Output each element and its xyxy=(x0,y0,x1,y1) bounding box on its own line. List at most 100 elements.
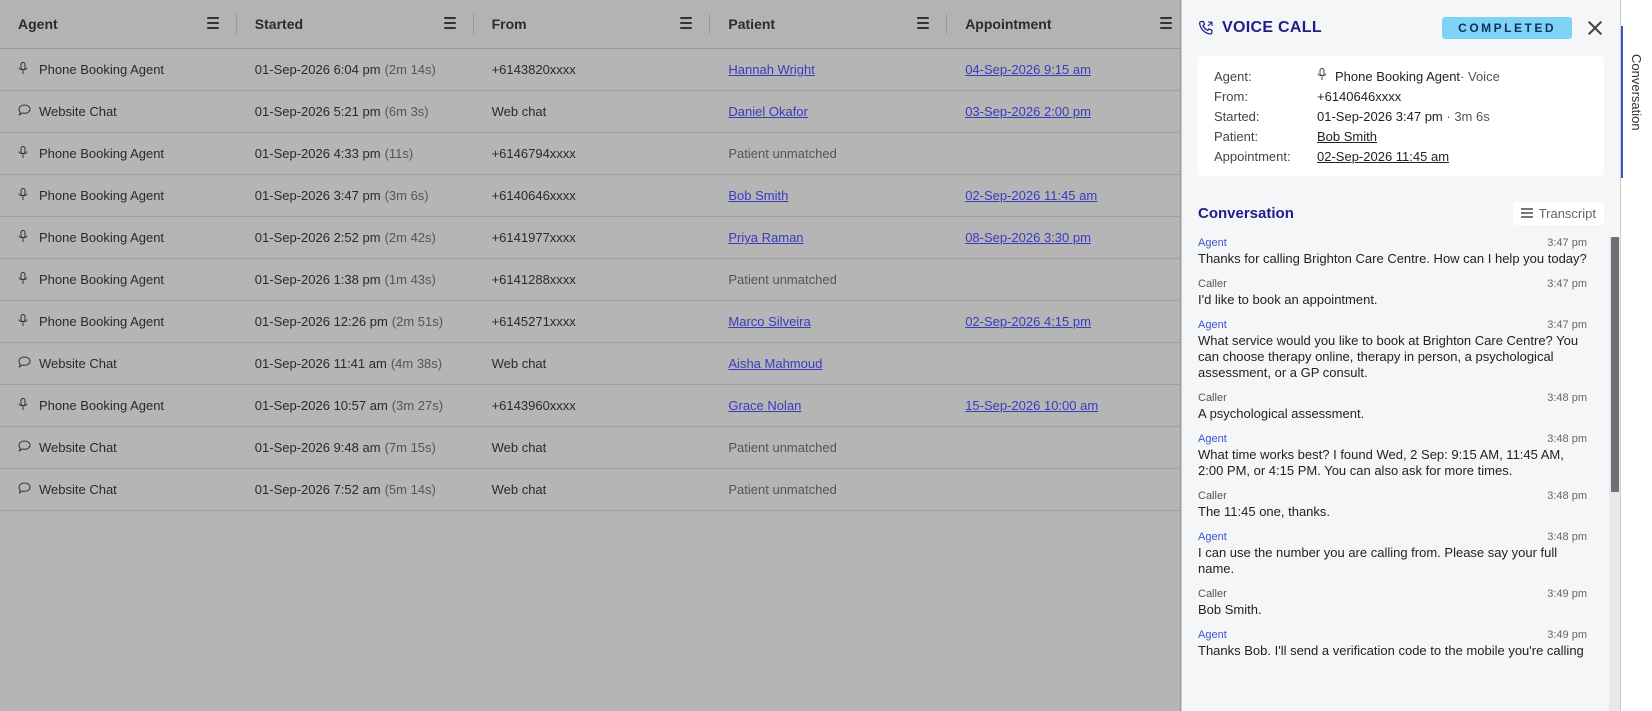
message-time: 3:47 pm xyxy=(1547,319,1587,331)
call-duration: (3m 6s) xyxy=(384,188,429,203)
cell-from: +6145271xxxx xyxy=(474,301,711,342)
column-header-from[interactable]: From xyxy=(474,0,711,48)
cell-appointment xyxy=(947,469,1180,510)
column-menu-icon[interactable] xyxy=(443,17,456,29)
cell-patient: Priya Raman xyxy=(710,217,947,258)
info-row-started: Started: 01-Sep-2026 3:47 pm · 3m 6s xyxy=(1214,106,1588,126)
column-menu-icon[interactable] xyxy=(1159,17,1172,29)
conversation-message: Agent 3:48 pm What time works best? I foun… xyxy=(1198,433,1591,479)
cell-from: +6143960xxxx xyxy=(474,385,711,426)
cell-appointment xyxy=(947,133,1180,174)
patient-link[interactable]: Bob Smith xyxy=(728,188,788,203)
cell-patient: Hannah Wright xyxy=(710,49,947,90)
table-row[interactable]: Phone Booking Agent 01-Sep-2026 6:04 pm (2… xyxy=(0,49,1180,91)
cell-started: 01-Sep-2026 3:47 pm (3m 6s) xyxy=(237,175,474,216)
message-text: Thanks Bob. I'll send a verification cod… xyxy=(1198,643,1584,658)
column-menu-icon[interactable] xyxy=(680,17,693,29)
patient-link[interactable]: Priya Raman xyxy=(728,230,803,245)
column-header-appointment[interactable]: Appointment xyxy=(947,0,1180,48)
agent-name: Phone Booking Agent xyxy=(39,188,165,203)
column-header-agent[interactable]: Agent xyxy=(0,0,237,48)
table-row[interactable]: Phone Booking Agent 01-Sep-2026 2:52 pm (2… xyxy=(0,217,1180,259)
started-time: 01-Sep-2026 6:04 pm xyxy=(254,62,381,77)
cell-patient: Patient unmatched xyxy=(710,469,947,510)
table-row[interactable]: Phone Booking Agent 01-Sep-2026 3:47 pm (3… xyxy=(0,175,1180,217)
appointment-link[interactable]: 04-Sep-2026 9:15 am xyxy=(965,62,1091,77)
cell-started: 01-Sep-2026 2:52 pm (2m 42s) xyxy=(237,217,474,258)
message-text: What time works best? I found Wed, 2 Sep… xyxy=(1198,447,1564,478)
call-duration: (2m 42s) xyxy=(384,230,436,245)
cell-appointment: 08-Sep-2026 3:30 pm xyxy=(947,217,1180,258)
info-label: Started: xyxy=(1214,108,1260,124)
column-header-patient[interactable]: Patient xyxy=(710,0,948,48)
cell-started: 01-Sep-2026 1:38 pm (1m 43s) xyxy=(237,259,474,300)
table-row[interactable]: Website Chat 01-Sep-2026 7:52 am (5m 14s) W… xyxy=(0,469,1180,511)
cell-started: 01-Sep-2026 10:57 am (3m 27s) xyxy=(237,385,474,426)
appointment-link[interactable]: 02-Sep-2026 4:15 pm xyxy=(965,314,1091,329)
chat-bubble-icon xyxy=(18,104,34,119)
message-meta: Caller 3:47 pm xyxy=(1198,278,1591,292)
appointment-link[interactable]: 08-Sep-2026 3:30 pm xyxy=(965,230,1091,245)
tab-conversation[interactable]: Conversation xyxy=(1629,54,1644,131)
message-text: What service would you like to book at B… xyxy=(1198,333,1579,380)
table-row[interactable]: Phone Booking Agent 01-Sep-2026 4:33 pm (1… xyxy=(0,133,1180,175)
table-row[interactable]: Phone Booking Agent 01-Sep-2026 1:38 pm (1… xyxy=(0,259,1180,301)
patient-link[interactable]: Aisha Mahmoud xyxy=(728,356,822,371)
column-menu-icon[interactable] xyxy=(206,17,219,29)
cell-from: +6146794xxxx xyxy=(474,133,711,174)
cell-agent: Website Chat xyxy=(0,469,237,510)
panel-header: VOICE CALL COMPLETED xyxy=(1182,0,1620,56)
conversation-messages[interactable]: Agent 3:47 pm Thanks for calling Brighton … xyxy=(1198,237,1591,711)
patient-link[interactable]: Grace Nolan xyxy=(728,398,801,413)
appointment-link[interactable]: 02-Sep-2026 11:45 am xyxy=(1317,149,1449,164)
column-header-started[interactable]: Started xyxy=(237,0,474,48)
appointment-link[interactable]: 02-Sep-2026 11:45 am xyxy=(965,188,1097,203)
scrollbar-thumb[interactable] xyxy=(1611,237,1619,492)
info-row-appointment: Appointment: 02-Sep-2026 11:45 am xyxy=(1214,146,1588,166)
info-label: Patient: xyxy=(1214,128,1259,144)
close-icon[interactable] xyxy=(1586,19,1604,37)
cell-appointment xyxy=(947,427,1180,468)
cell-from: Web chat xyxy=(474,343,711,384)
column-menu-icon[interactable] xyxy=(917,17,930,29)
microphone-icon xyxy=(18,397,34,414)
table-row[interactable]: Website Chat 01-Sep-2026 5:21 pm (6m 3s) We… xyxy=(0,91,1180,133)
message-sender: Caller xyxy=(1198,588,1227,600)
info-row-from: From: +6140646xxxx xyxy=(1214,86,1588,106)
started-time: 01-Sep-2026 7:52 am xyxy=(254,482,381,497)
message-time: 3:48 pm xyxy=(1547,433,1587,445)
message-sender: Agent xyxy=(1198,433,1227,445)
cell-patient: Daniel Okafor xyxy=(710,91,947,132)
table-row[interactable]: Website Chat 01-Sep-2026 11:41 am (4m 38s)… xyxy=(0,343,1180,385)
patient-link[interactable]: Bob Smith xyxy=(1317,129,1377,144)
started-time: 01-Sep-2026 1:38 pm xyxy=(254,272,381,287)
cell-agent: Phone Booking Agent xyxy=(0,301,237,342)
appointment-link[interactable]: 15-Sep-2026 10:00 am xyxy=(965,398,1098,413)
table-row[interactable]: Website Chat 01-Sep-2026 9:48 am (7m 15s) W… xyxy=(0,427,1180,469)
appointment-link[interactable]: 03-Sep-2026 2:00 pm xyxy=(965,104,1091,119)
message-time: 3:49 pm xyxy=(1547,588,1587,600)
message-text: Thanks for calling Brighton Care Centre.… xyxy=(1198,251,1587,266)
patient-link[interactable]: Marco Silveira xyxy=(728,314,810,329)
message-sender: Agent xyxy=(1198,319,1227,331)
message-meta: Agent 3:49 pm xyxy=(1198,629,1591,643)
patient-link[interactable]: Daniel Okafor xyxy=(728,104,807,119)
column-header-label: From xyxy=(491,16,527,32)
side-tab-strip: Conversation xyxy=(1620,0,1652,711)
conversation-message: Agent 3:47 pm Thanks for calling Brighton … xyxy=(1198,237,1591,267)
message-meta: Agent 3:47 pm xyxy=(1198,237,1591,251)
agent-name: Phone Booking Agent xyxy=(39,314,165,329)
table-row[interactable]: Phone Booking Agent 01-Sep-2026 10:57 am(… xyxy=(0,385,1180,427)
cell-agent: Phone Booking Agent xyxy=(0,175,237,216)
message-sender: Agent xyxy=(1198,629,1227,641)
conversation-message: Agent 3:47 pm What service would you like … xyxy=(1198,319,1591,381)
conversation-message: Caller 3:48 pm The 11:45 one, thanks. xyxy=(1198,490,1591,520)
call-duration: (2m 51s) xyxy=(391,314,444,329)
conversation-message: Caller 3:47 pm I'd like to book an appoint… xyxy=(1198,278,1591,308)
cell-started: 01-Sep-2026 11:41 am (4m 38s) xyxy=(237,343,474,384)
cell-agent: Phone Booking Agent xyxy=(0,49,237,90)
patient-link[interactable]: Hannah Wright xyxy=(728,62,814,77)
table-row[interactable]: Phone Booking Agent 01-Sep-2026 12:26 pm(… xyxy=(0,301,1180,343)
call-detail-panel: VOICE CALL COMPLETED Agent: Phone Bookin… xyxy=(1181,0,1621,711)
transcript-button[interactable]: Transcript xyxy=(1512,201,1604,225)
